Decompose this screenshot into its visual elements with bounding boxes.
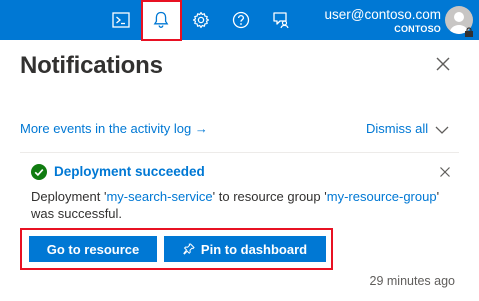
body-prefix: Deployment ' xyxy=(31,189,107,204)
resource-name-link[interactable]: my-search-service xyxy=(106,189,212,204)
resource-group-link[interactable]: my-resource-group xyxy=(327,189,437,204)
dismiss-all-button[interactable]: Dismiss all xyxy=(366,121,428,136)
activity-log-link[interactable]: More events in the activity log → xyxy=(20,121,208,136)
pin-to-dashboard-label: Pin to dashboard xyxy=(200,241,308,257)
panel-title: Notifications xyxy=(20,52,163,79)
user-email: user@contoso.com xyxy=(324,7,441,22)
top-bar: user@contoso.com CONTOSO xyxy=(0,0,479,41)
notification-title[interactable]: Deployment succeeded xyxy=(54,164,205,179)
success-check-icon xyxy=(31,164,47,180)
activity-log-link-label: More events in the activity log xyxy=(20,121,192,136)
dismiss-notification-icon[interactable] xyxy=(439,165,451,177)
account-info[interactable]: user@contoso.com CONTOSO xyxy=(324,7,441,35)
settings-gear-icon[interactable] xyxy=(181,0,221,40)
chevron-down-icon[interactable] xyxy=(434,123,450,135)
help-question-icon[interactable] xyxy=(221,0,261,40)
pin-to-dashboard-button[interactable]: Pin to dashboard xyxy=(164,236,326,262)
notification-body: Deployment 'my-search-service' to resour… xyxy=(31,188,451,222)
tenant-name: CONTOSO xyxy=(394,24,441,34)
pin-icon xyxy=(183,243,195,255)
body-middle: ' to resource group ' xyxy=(212,189,327,204)
cloud-shell-icon[interactable] xyxy=(101,0,141,40)
notification-timestamp: 29 minutes ago xyxy=(369,274,455,288)
feedback-icon[interactable] xyxy=(261,0,301,40)
go-to-resource-button[interactable]: Go to resource xyxy=(29,236,157,262)
close-panel-icon[interactable] xyxy=(434,55,452,73)
notifications-bell-icon[interactable] xyxy=(141,0,181,40)
lock-icon xyxy=(464,24,474,37)
arrow-right-icon: → xyxy=(194,121,208,136)
